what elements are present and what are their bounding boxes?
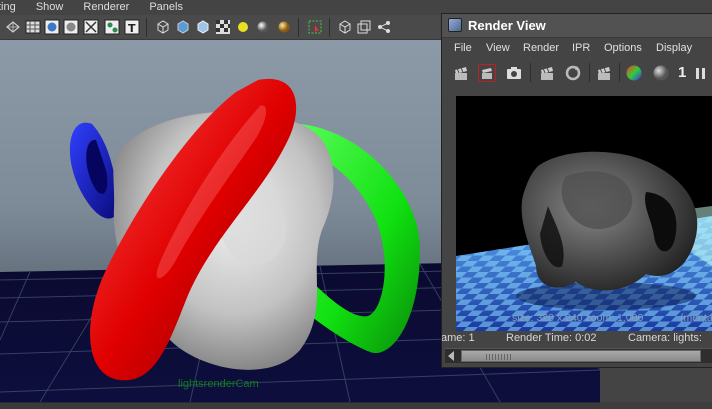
checker-icon[interactable] — [215, 19, 231, 35]
texture-icon[interactable]: T — [124, 19, 140, 35]
rgb-channel-icon[interactable] — [625, 64, 643, 82]
gray-sphere-icon[interactable] — [255, 19, 271, 35]
toolbar-divider — [298, 18, 299, 37]
render-settings-icon[interactable] — [595, 64, 613, 82]
wire-cube-icon[interactable] — [155, 19, 171, 35]
render-status-bar: ame: 1 Render Time: 0:02 Camera: lights: — [442, 331, 712, 347]
panel-bottom-bar — [0, 402, 712, 409]
camera-cube-icon[interactable] — [337, 19, 353, 35]
lighting-icon[interactable] — [104, 19, 120, 35]
toolbar-divider — [146, 18, 147, 37]
frame-number: ame: 1 — [442, 332, 475, 344]
scroll-thumb[interactable] — [461, 350, 701, 362]
wireframe-icon[interactable] — [5, 19, 21, 35]
alpha-channel-icon[interactable] — [652, 64, 670, 82]
toolbar-divider — [589, 63, 590, 82]
scroll-left-arrow-icon[interactable] — [448, 351, 454, 361]
menu-ipr[interactable]: IPR — [572, 39, 590, 58]
shaded-cube-icon[interactable] — [175, 19, 191, 35]
menu-file[interactable]: File — [454, 39, 472, 58]
menu-view[interactable]: View — [486, 39, 510, 58]
rendered-scene — [456, 96, 712, 331]
toolbar-divider — [530, 63, 531, 82]
render-view-titlebar[interactable]: Render View — [442, 14, 712, 38]
render-view-menubar: File View Render IPR Options Display — [442, 39, 712, 58]
snapshot-camera-icon[interactable] — [505, 64, 523, 82]
yellow-light-icon[interactable] — [235, 19, 251, 35]
menu-show[interactable]: Show — [36, 0, 64, 15]
render-image[interactable]: size: 320 x 240 zoom: 1.000 (mental — [456, 96, 712, 331]
menu-renderer[interactable]: Renderer — [83, 0, 129, 15]
smooth-shade-icon[interactable] — [44, 19, 60, 35]
scroll-grip — [486, 354, 512, 360]
menu-panels[interactable]: Panels — [149, 0, 183, 15]
camera-info: Camera: lights: — [628, 332, 702, 344]
render-view-toolbar: 1 — [442, 59, 712, 87]
svg-text:T: T — [128, 22, 136, 35]
flat-shade-icon[interactable] — [63, 19, 79, 35]
toolbar-divider — [329, 18, 330, 37]
frame-all-icon[interactable] — [356, 19, 372, 35]
render-region-icon[interactable] — [478, 64, 496, 82]
redo-render-icon[interactable] — [452, 64, 470, 82]
pause-icon[interactable] — [694, 64, 708, 82]
renderer-name-info: (mental — [680, 312, 712, 324]
menu-render[interactable]: Render — [523, 39, 559, 58]
render-time: Render Time: 0:02 — [506, 332, 597, 344]
refresh-icon[interactable] — [564, 64, 582, 82]
camera-name-label: lightsrenderCam — [178, 378, 259, 390]
render-view-window: Render View File View Render IPR Options… — [441, 13, 712, 368]
menu-display[interactable]: Display — [656, 39, 692, 58]
textured-cube-icon[interactable] — [195, 19, 211, 35]
render-size-info: size: 320 x 240 zoom: 1.000 — [512, 312, 644, 324]
ipr-render-icon[interactable] — [538, 64, 556, 82]
xray-icon[interactable] — [83, 19, 99, 35]
share-node-icon[interactable] — [376, 19, 392, 35]
grid-display-icon[interactable] — [25, 19, 41, 35]
maya-app-icon — [448, 18, 462, 32]
toolbar-divider — [619, 63, 620, 82]
horizontal-scrollbar[interactable] — [445, 348, 712, 363]
window-title: Render View — [468, 18, 546, 33]
menu-options[interactable]: Options — [604, 39, 642, 58]
gold-sphere-icon[interactable] — [276, 19, 292, 35]
zoom-value[interactable]: 1 — [678, 64, 688, 82]
menu-lighting[interactable]: ting — [0, 0, 16, 15]
isolate-select-icon[interactable] — [307, 19, 323, 35]
